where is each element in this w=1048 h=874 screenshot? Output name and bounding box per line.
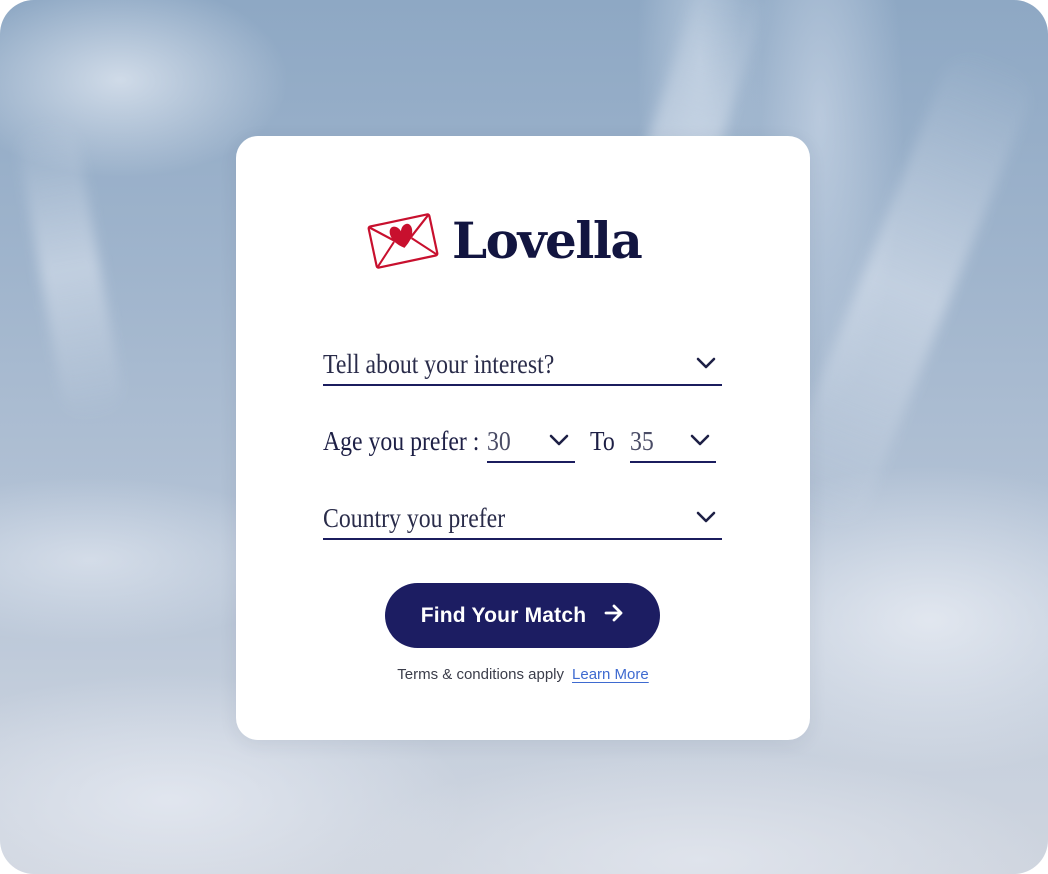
brand-name: Lovella xyxy=(452,211,643,270)
sky-background: Lovella Tell about your interest? Age yo… xyxy=(0,0,1048,874)
chevron-down-icon xyxy=(690,433,716,461)
learn-more-link[interactable]: Learn More xyxy=(572,666,649,683)
country-placeholder: Country you prefer xyxy=(323,503,506,533)
chevron-down-icon xyxy=(696,510,722,538)
arrow-right-icon xyxy=(604,604,624,627)
chevron-down-icon xyxy=(549,433,575,461)
terms-text: Terms & conditions apply xyxy=(397,666,565,683)
love-letter-envelope-icon xyxy=(367,213,439,269)
age-from-dropdown[interactable]: 30 xyxy=(487,418,575,463)
chevron-down-icon xyxy=(696,356,722,384)
country-dropdown[interactable]: Country you prefer xyxy=(323,495,722,540)
age-to-value: 35 xyxy=(630,426,654,456)
age-separator: To xyxy=(590,426,615,456)
match-form-card: Lovella Tell about your interest? Age yo… xyxy=(236,136,810,740)
terms-footer: Terms & conditions apply Learn More xyxy=(236,666,810,683)
brand-logo: Lovella xyxy=(366,206,643,276)
age-to-dropdown[interactable]: 35 xyxy=(630,418,716,463)
find-your-match-label: Find Your Match xyxy=(420,603,587,627)
interest-placeholder: Tell about your interest? xyxy=(323,349,555,379)
find-your-match-button[interactable]: Find Your Match xyxy=(385,583,660,648)
age-label: Age you prefer : xyxy=(323,426,480,456)
age-from-value: 30 xyxy=(487,426,511,456)
interest-dropdown[interactable]: Tell about your interest? xyxy=(323,341,722,386)
